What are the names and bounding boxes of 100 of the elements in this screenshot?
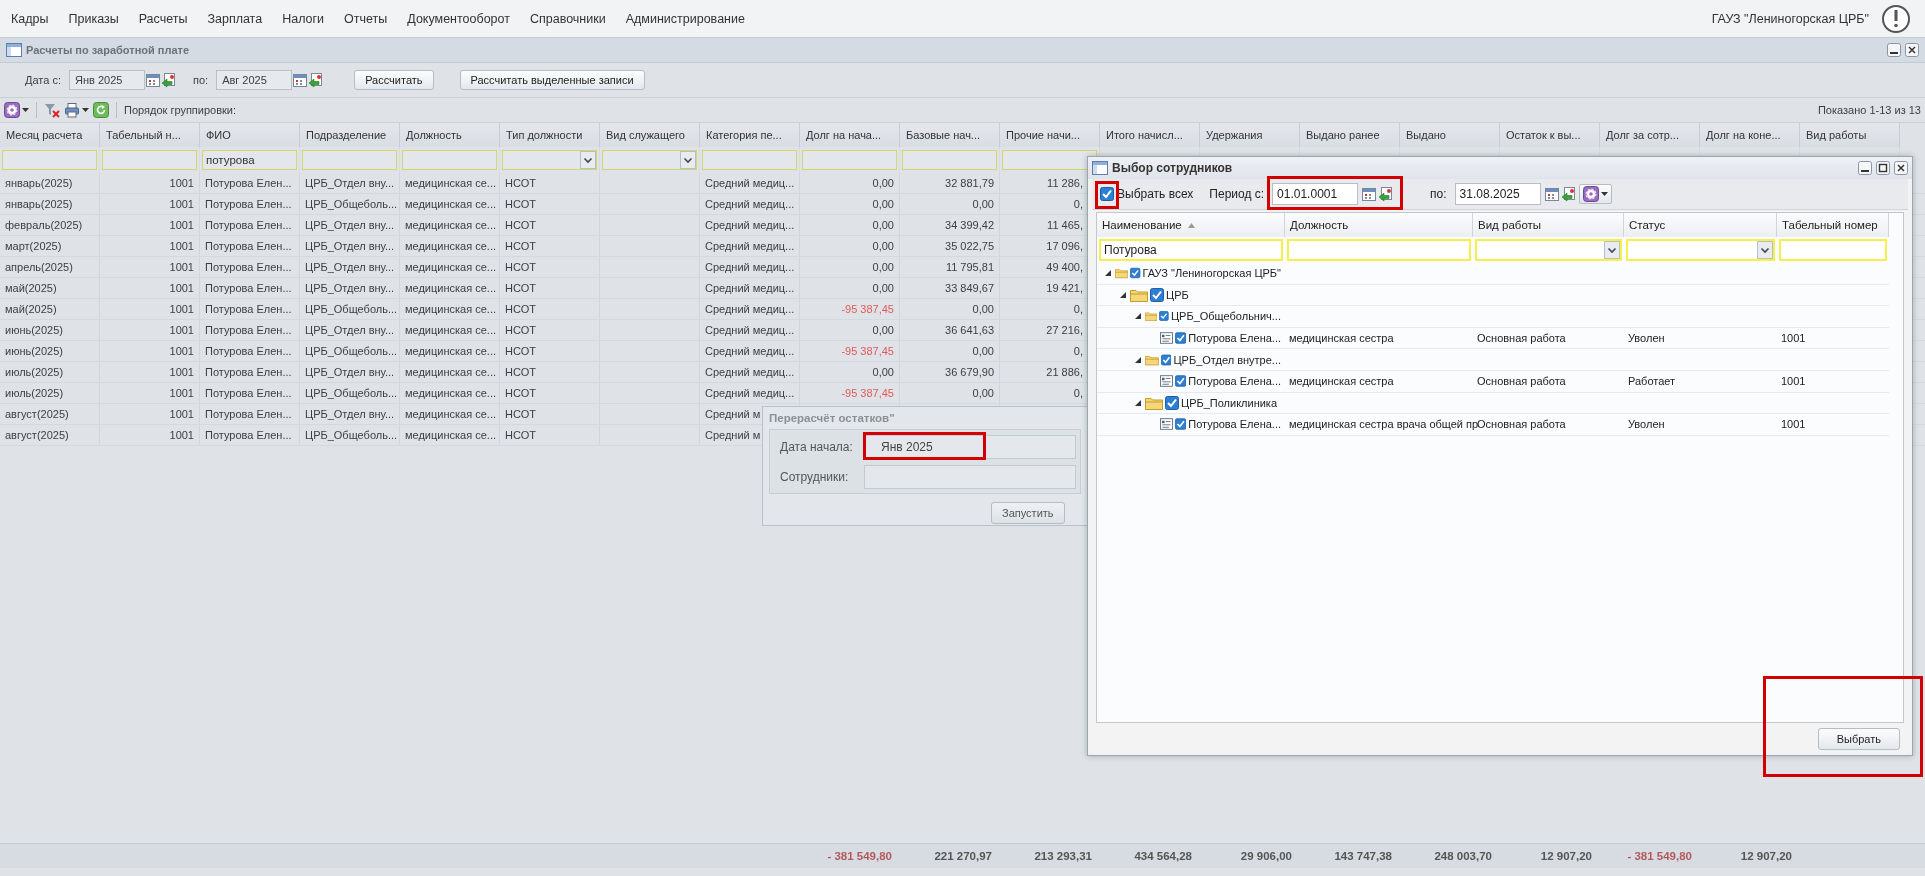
- column-header[interactable]: Удержания: [1200, 123, 1300, 147]
- filter-field[interactable]: [802, 150, 897, 170]
- filter-field[interactable]: Потурова: [1099, 239, 1283, 261]
- column-header[interactable]: Тип должности: [500, 123, 600, 147]
- column-header[interactable]: Должность: [400, 123, 500, 147]
- date-field[interactable]: 31.08.2025: [1454, 183, 1541, 205]
- menu-item[interactable]: Администрирование: [615, 11, 755, 26]
- tree-item-label[interactable]: Потурова Елена...: [1188, 375, 1281, 388]
- filter-field[interactable]: [702, 150, 797, 170]
- collapse-triangle-icon[interactable]: [1119, 290, 1127, 299]
- clear-filter-icon[interactable]: [44, 102, 60, 118]
- column-header[interactable]: Месяц расчета: [0, 123, 100, 147]
- menu-item[interactable]: Кадры: [1, 11, 59, 26]
- column-header[interactable]: Прочие начи...: [1000, 123, 1100, 147]
- filter-field[interactable]: [1287, 239, 1471, 261]
- column-header[interactable]: Долг на коне...: [1700, 123, 1800, 147]
- column-header[interactable]: Выдано: [1400, 123, 1500, 147]
- menu-item[interactable]: Отчеты: [334, 11, 398, 26]
- calculate-button[interactable]: Рассчитать: [354, 70, 434, 90]
- column-header[interactable]: Наименование: [1097, 213, 1285, 237]
- collapse-triangle-icon[interactable]: [1134, 312, 1142, 321]
- checkbox[interactable]: [1160, 352, 1172, 367]
- minimize-button[interactable]: [1887, 43, 1901, 57]
- table-cell: ЦРБ_Общеболь...: [305, 429, 398, 441]
- column-header[interactable]: Табельный номер: [1777, 213, 1889, 237]
- filter-field[interactable]: потурова: [202, 150, 297, 170]
- select-button[interactable]: Выбрать: [1817, 728, 1900, 750]
- maximize-button[interactable]: [1876, 161, 1890, 175]
- tree-item-label[interactable]: ЦРБ_Общебольнич...: [1170, 310, 1281, 323]
- table-cell: медицинская се...: [405, 219, 496, 231]
- column-header[interactable]: Должность: [1285, 213, 1473, 237]
- checkbox[interactable]: [1174, 374, 1187, 389]
- calendar-icon[interactable]: [292, 72, 309, 88]
- tree-item-label[interactable]: Потурова Елена...: [1188, 332, 1281, 345]
- tree-item-label[interactable]: ЦРБ_Поликлиника: [1181, 396, 1278, 409]
- table-cell: ЦРБ_Отдел вну...: [305, 282, 395, 294]
- calendar-icon[interactable]: [145, 72, 161, 88]
- print-menu-button[interactable]: [64, 102, 89, 118]
- checkbox[interactable]: [1174, 417, 1187, 432]
- tree-item-label[interactable]: ЦРБ_Отдел внутре...: [1173, 353, 1281, 366]
- tree-item-label[interactable]: ЦРБ: [1166, 288, 1189, 301]
- menu-item[interactable]: Приказы: [58, 11, 129, 26]
- filter-field[interactable]: [2, 150, 97, 170]
- column-header[interactable]: Базовые нач...: [900, 123, 1000, 147]
- column-header[interactable]: Статус: [1624, 213, 1777, 237]
- minimize-button[interactable]: [1858, 161, 1872, 175]
- column-header[interactable]: ФИО: [200, 123, 300, 147]
- collapse-triangle-icon[interactable]: [1104, 269, 1112, 278]
- table-cell: август(2025): [5, 429, 69, 441]
- checkbox[interactable]: [1174, 331, 1187, 346]
- column-header[interactable]: Вид работы: [1473, 213, 1624, 237]
- run-button[interactable]: Запустить: [991, 502, 1065, 524]
- column-header[interactable]: Долг на нача...: [800, 123, 900, 147]
- tree-item-label[interactable]: Потурова Елена...: [1188, 418, 1281, 431]
- menu-item[interactable]: Налоги: [272, 11, 335, 26]
- close-button[interactable]: [1905, 43, 1919, 57]
- checkbox[interactable]: [1159, 309, 1169, 324]
- refresh-icon[interactable]: [93, 102, 109, 118]
- menu-item[interactable]: Документооборот: [397, 11, 520, 26]
- filter-field[interactable]: [1002, 150, 1097, 170]
- collapse-triangle-icon[interactable]: [1134, 398, 1142, 407]
- date-field[interactable]: Янв 2025: [864, 435, 1076, 459]
- checkbox[interactable]: [1130, 266, 1141, 281]
- calculate-button[interactable]: Рассчитать выделенные записи: [459, 70, 645, 90]
- table-cell: ЦРБ_Отдел вну...: [305, 240, 395, 252]
- filter-field[interactable]: [1779, 239, 1887, 261]
- settings-menu-button[interactable]: [4, 102, 29, 118]
- checkbox[interactable]: [1100, 187, 1114, 201]
- checkbox[interactable]: [1150, 287, 1164, 302]
- date-field[interactable]: 01.01.0001: [1272, 183, 1359, 205]
- column-header[interactable]: Долг за сотр...: [1600, 123, 1700, 147]
- column-header[interactable]: Подразделение: [300, 123, 400, 147]
- menu-item[interactable]: Справочники: [520, 11, 616, 26]
- calendar-icon[interactable]: [1543, 186, 1560, 202]
- column-header[interactable]: Остаток к вы...: [1500, 123, 1600, 147]
- menu-item[interactable]: Расчеты: [128, 11, 198, 26]
- date-field[interactable]: Авг 2025: [216, 70, 293, 90]
- column-header[interactable]: Вид служащего: [600, 123, 700, 147]
- table-cell: Средний медиц...: [705, 324, 795, 336]
- settings-menu-button[interactable]: [1578, 184, 1612, 204]
- column-header[interactable]: Выдано ранее: [1300, 123, 1400, 147]
- input-field[interactable]: [864, 465, 1076, 489]
- tree-item-label[interactable]: ГАУЗ "Лениногорская ЦРБ": [1142, 267, 1281, 280]
- close-button[interactable]: [1894, 161, 1908, 175]
- filter-field[interactable]: [902, 150, 997, 170]
- filter-field[interactable]: [302, 150, 397, 170]
- table-cell: 1001: [169, 282, 194, 294]
- alert-icon[interactable]: [1881, 3, 1911, 34]
- filter-field[interactable]: [402, 150, 497, 170]
- table-cell: 17 096,: [1046, 240, 1083, 252]
- column-header[interactable]: Итого начисл...: [1100, 123, 1200, 147]
- checkbox[interactable]: [1165, 395, 1179, 410]
- filter-field[interactable]: [102, 150, 197, 170]
- calendar-icon[interactable]: [1361, 186, 1378, 202]
- menu-item[interactable]: Зарплата: [197, 11, 273, 26]
- date-field[interactable]: Янв 2025: [69, 70, 145, 90]
- column-header[interactable]: Табельный н...: [100, 123, 200, 147]
- column-header[interactable]: Категория пе...: [700, 123, 800, 147]
- column-header[interactable]: Вид работы: [1800, 123, 1900, 147]
- collapse-triangle-icon[interactable]: [1134, 355, 1142, 364]
